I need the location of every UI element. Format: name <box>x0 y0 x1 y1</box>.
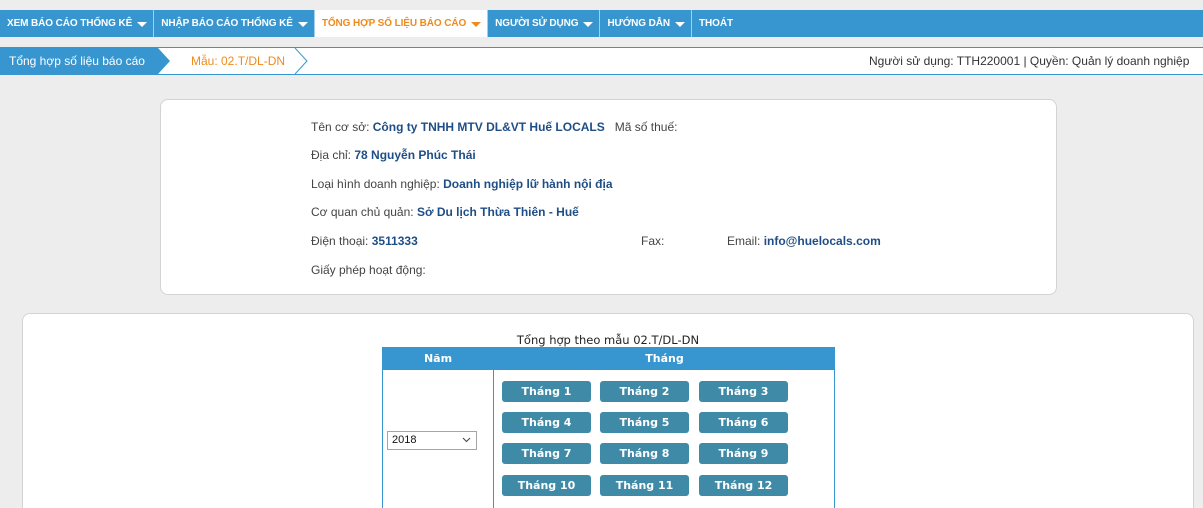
month-button-10[interactable]: Tháng 10 <box>502 475 591 496</box>
nav-label: THOÁT <box>699 18 733 29</box>
nav-tong-hop-so-lieu[interactable]: TỔNG HỢP SỐ LIỆU BÁO CÁO <box>314 10 488 37</box>
month-column-header: Tháng <box>494 348 835 370</box>
phone-label: Điện thoại: <box>311 234 369 248</box>
fax-row: Fax: <box>641 234 664 248</box>
agency-row: Cơ quan chủ quản: Sở Du lịch Thừa Thiên … <box>311 205 579 219</box>
year-select-value: 2018 <box>392 434 417 446</box>
nav-label: NHẬP BÁO CÁO THỐNG KÊ <box>161 18 293 29</box>
nav-nhap-bao-cao[interactable]: NHẬP BÁO CÁO THỐNG KÊ <box>154 10 314 37</box>
license-label: Giấy phép hoạt động: <box>311 263 426 277</box>
nav-huong-dan[interactable]: HƯỚNG DẪN <box>600 10 691 37</box>
caret-down-icon <box>297 21 308 27</box>
breadcrumb-current[interactable]: Mẫu: 02.T/DL-DN <box>177 48 297 74</box>
nav-thoat[interactable]: THOÁT <box>692 10 739 37</box>
month-button-9[interactable]: Tháng 9 <box>699 443 788 464</box>
summary-title: Tổng hợp theo mẫu 02.T/DL-DN <box>516 333 700 347</box>
month-button-12[interactable]: Tháng 12 <box>699 475 788 496</box>
month-button-5[interactable]: Tháng 5 <box>600 412 689 433</box>
caret-down-icon <box>137 21 148 27</box>
nav-xem-bao-cao[interactable]: XEM BÁO CÁO THỐNG KÊ <box>0 10 153 37</box>
nav-divider <box>313 10 315 37</box>
company-name-value: Công ty TNHH MTV DL&VT Huế LOCALS <box>372 120 605 134</box>
email-label: Email: <box>727 234 761 248</box>
nav-label: TỔNG HỢP SỐ LIỆU BÁO CÁO <box>321 18 467 29</box>
address-value: 78 Nguyễn Phúc Thái <box>354 148 476 162</box>
chevron-right-icon <box>294 48 308 74</box>
month-button-11[interactable]: Tháng 11 <box>600 475 689 496</box>
fax-label: Fax: <box>641 234 665 248</box>
month-button-3[interactable]: Tháng 3 <box>699 381 788 402</box>
business-type-label: Loại hình doanh nghiệp: <box>311 177 440 191</box>
phone-row: Điện thoại: 3511333 <box>311 234 418 248</box>
breadcrumb-section[interactable]: Tổng hợp số liệu báo cáo <box>0 48 158 74</box>
month-table: Năm Tháng 2018 Tháng 1 Tháng 2 Tháng 3 Thán… <box>382 347 835 508</box>
month-button-7[interactable]: Tháng 7 <box>502 443 591 464</box>
nav-divider <box>599 10 601 37</box>
nav-divider <box>487 10 489 37</box>
month-button-6[interactable]: Tháng 6 <box>699 412 788 433</box>
company-name-label: Tên cơ sở: <box>311 120 370 134</box>
license-row: Giấy phép hoạt động: <box>311 263 426 277</box>
company-name-row: Tên cơ sở: Công ty TNHH MTV DL&VT Huế LO… <box>311 120 677 134</box>
month-button-1[interactable]: Tháng 1 <box>502 381 591 402</box>
agency-value: Sở Du lịch Thừa Thiên - Huế <box>416 205 579 219</box>
month-button-2[interactable]: Tháng 2 <box>600 381 689 402</box>
nav-label: HƯỚNG DẪN <box>607 18 671 29</box>
top-nav: XEM BÁO CÁO THỐNG KÊ NHẬP BÁO CÁO THỐNG … <box>0 10 1203 37</box>
nav-divider <box>691 10 693 37</box>
breadcrumb-arrow-icon <box>158 48 170 74</box>
year-select[interactable]: 2018 <box>387 431 477 450</box>
breadcrumb: Tổng hợp số liệu báo cáo Mẫu: 02.T/DL-DN… <box>0 47 1203 75</box>
nav-label: NGƯỜI SỬ DỤNG <box>495 18 579 29</box>
tax-code-label: Mã số thuế: <box>614 120 678 134</box>
business-type-value: Doanh nghiệp lữ hành nội địa <box>443 177 613 191</box>
address-row: Địa chỉ: 78 Nguyễn Phúc Thái <box>311 148 476 162</box>
year-column-header: Năm <box>383 348 493 370</box>
business-type-row: Loại hình doanh nghiệp: Doanh nghiệp lữ … <box>311 177 613 191</box>
nav-label: XEM BÁO CÁO THỐNG KÊ <box>7 18 133 29</box>
chevron-down-icon <box>462 437 471 443</box>
email-value: info@huelocals.com <box>763 234 881 248</box>
caret-down-icon <box>675 21 686 27</box>
column-divider <box>493 348 494 508</box>
month-button-8[interactable]: Tháng 8 <box>600 443 689 464</box>
user-info: Người sử dụng: TTH220001 | Quyền: Quản l… <box>869 54 1190 68</box>
nav-nguoi-su-dung[interactable]: NGƯỜI SỬ DỤNG <box>488 10 599 37</box>
company-info-card: Tên cơ sở: Công ty TNHH MTV DL&VT Huế LO… <box>160 99 1057 295</box>
caret-down-icon <box>583 21 594 27</box>
phone-value: 3511333 <box>371 234 418 248</box>
nav-divider <box>153 10 155 37</box>
month-button-4[interactable]: Tháng 4 <box>502 412 591 433</box>
agency-label: Cơ quan chủ quản: <box>311 205 414 219</box>
summary-panel: Tổng hợp theo mẫu 02.T/DL-DN Năm Tháng 2… <box>22 313 1194 508</box>
email-row: Email: info@huelocals.com <box>727 234 881 248</box>
address-label: Địa chỉ: <box>311 148 352 162</box>
caret-down-icon <box>471 21 482 27</box>
